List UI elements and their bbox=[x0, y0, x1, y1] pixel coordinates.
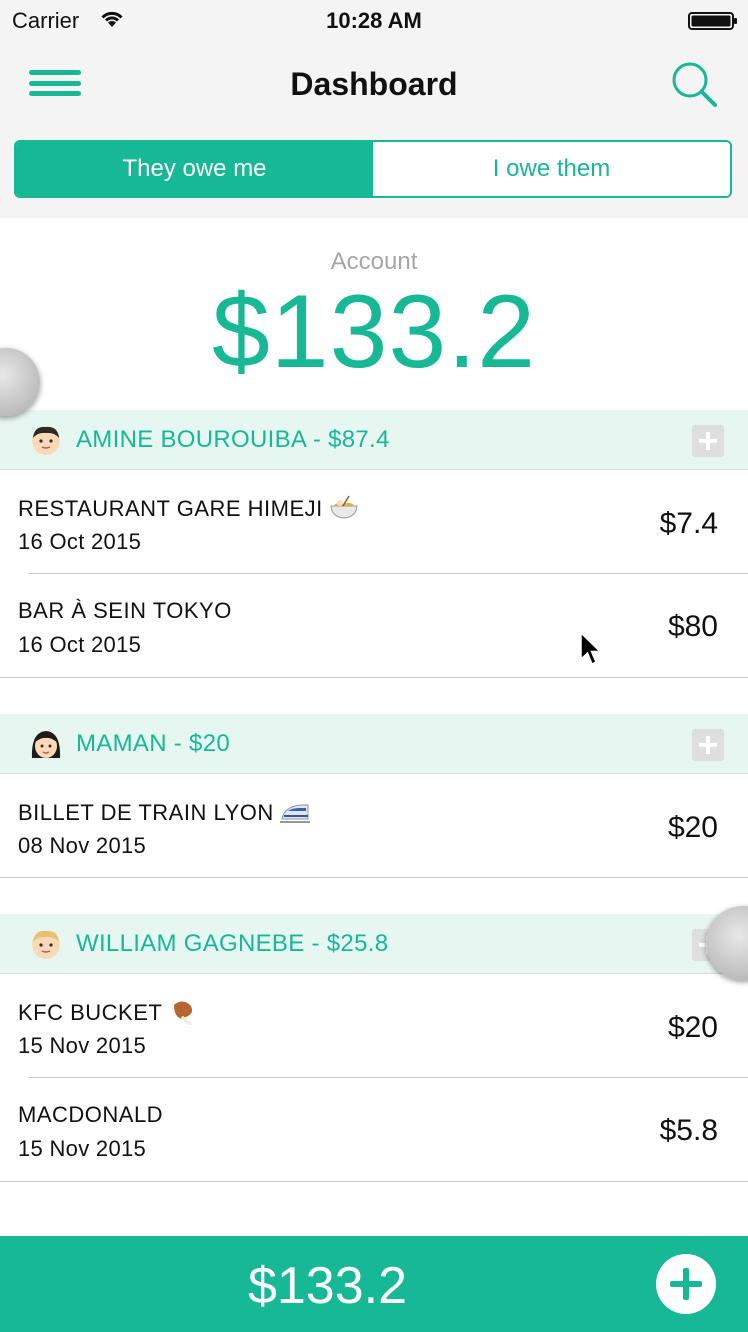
section-divider bbox=[0, 877, 748, 878]
chicken-leg-icon bbox=[174, 1001, 193, 1025]
expense-amount: $80 bbox=[667, 610, 718, 643]
bottom-total-bar: $133.2 bbox=[0, 1236, 748, 1332]
expense-title: RESTAURANT GARE HIMEJI bbox=[18, 495, 359, 522]
navigation-bar: Dashboard bbox=[0, 40, 748, 130]
expense-amount: $5.8 bbox=[659, 1114, 718, 1147]
list-item[interactable]: KFC BUCKET 15 Nov 2015 $20 bbox=[0, 975, 748, 1079]
bullet-train-icon bbox=[279, 804, 310, 823]
expense-date: 16 Oct 2015 bbox=[18, 529, 142, 554]
group-name: MAMAN - $20 bbox=[76, 730, 231, 757]
section-divider bbox=[0, 1181, 748, 1182]
status-time: 10:28 AM bbox=[326, 8, 422, 33]
expense-amount: $7.4 bbox=[659, 507, 718, 540]
add-icon[interactable] bbox=[692, 729, 724, 761]
group-header-amine: AMINE BOUROUIBA - $87.4 bbox=[0, 410, 748, 470]
list-item[interactable]: BAR À SEIN TOKYO 16 Oct 2015 $80 bbox=[0, 574, 748, 678]
expense-amount: $20 bbox=[667, 1011, 718, 1044]
battery-icon bbox=[688, 12, 737, 30]
account-label: Account bbox=[330, 248, 418, 275]
search-icon[interactable] bbox=[670, 60, 718, 108]
expense-date: 08 Nov 2015 bbox=[18, 833, 147, 858]
add-circle-icon[interactable] bbox=[656, 1254, 716, 1314]
section-divider bbox=[0, 677, 748, 678]
dashboard-content: Account $133.2 AMINE BOUROUIBA - $87.4 R… bbox=[0, 218, 748, 1236]
group-header-william: WILLIAM GAGNEBE - $25.8 bbox=[0, 914, 748, 974]
expense-title: MACDONALD bbox=[18, 1102, 164, 1127]
expense-date: 15 Nov 2015 bbox=[18, 1136, 147, 1161]
expense-date: 16 Oct 2015 bbox=[18, 632, 142, 657]
woman-face-icon bbox=[31, 731, 61, 758]
list-item[interactable]: BILLET DE TRAIN LYON 08 Nov 2015 $20 bbox=[0, 775, 748, 879]
noodle-bowl-icon bbox=[330, 495, 358, 519]
group-header-maman: MAMAN - $20 bbox=[0, 714, 748, 774]
expense-title: KFC BUCKET bbox=[18, 999, 198, 1026]
group-name: AMINE BOUROUIBA - $87.4 bbox=[76, 426, 390, 453]
owe-segmented-control: They owe me I owe them bbox=[14, 140, 732, 198]
expense-date: 15 Nov 2015 bbox=[18, 1033, 147, 1058]
list-item[interactable]: RESTAURANT GARE HIMEJI 16 Oct 2015 $7.4 bbox=[0, 471, 748, 575]
group-name: WILLIAM GAGNEBE - $25.8 bbox=[76, 930, 389, 957]
tab-they-owe-me[interactable]: They owe me bbox=[16, 142, 373, 196]
status-bar: Carrier 10:28 AM bbox=[0, 0, 748, 40]
list-item[interactable]: MACDONALD 15 Nov 2015 $5.8 bbox=[0, 1078, 748, 1182]
man-face-icon bbox=[32, 426, 60, 455]
page-title: Dashboard bbox=[290, 66, 458, 102]
expense-title: BAR À SEIN TOKYO bbox=[18, 598, 232, 623]
blond-man-face-icon bbox=[32, 930, 60, 959]
bottom-total-amount: $133.2 bbox=[247, 1257, 408, 1315]
account-total-amount: $133.2 bbox=[211, 274, 537, 390]
expense-amount: $20 bbox=[667, 811, 718, 844]
tab-i-owe-them[interactable]: I owe them bbox=[373, 142, 730, 196]
expense-title: BILLET DE TRAIN LYON bbox=[18, 799, 310, 826]
add-icon[interactable] bbox=[692, 425, 724, 457]
mouse-cursor-icon bbox=[580, 632, 602, 666]
